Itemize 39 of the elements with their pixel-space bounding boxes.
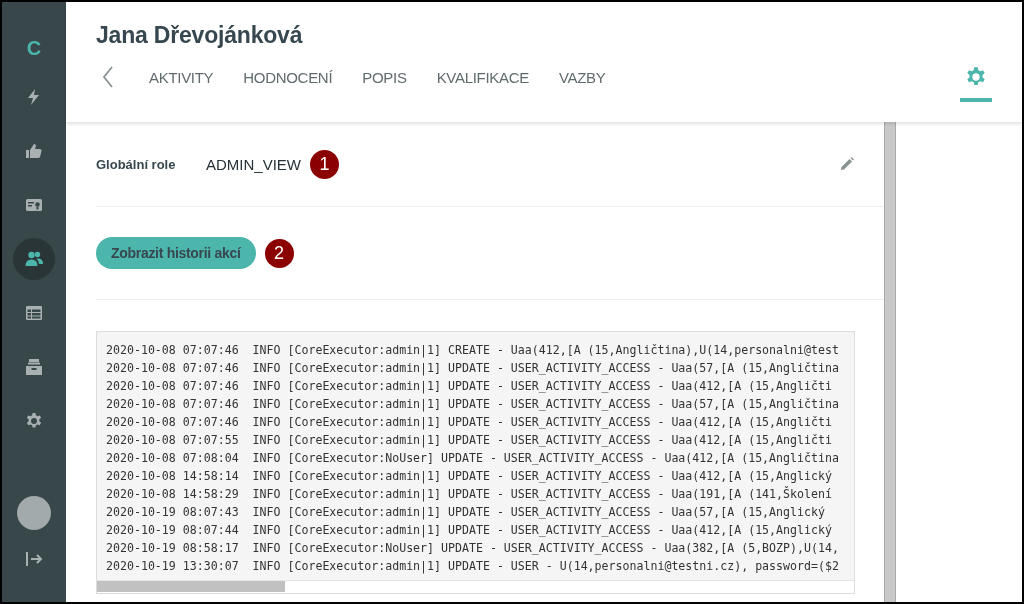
log-line: 2020-10-08 14:58:29 INFO [CoreExecutor:admin|1] UPDATE - USER_ACTIVITY_ACCESS - Uaa(191,[A (141,Školení — [106, 485, 833, 503]
log-line: 2020-10-08 07:07:46 INFO [CoreExecutor:admin|1] UPDATE - USER_ACTIVITY_ACCESS - Uaa(412,[A (15,Angličti — [106, 378, 833, 395]
nav-tab[interactable]: HODNOCENÍ — [228, 52, 348, 102]
inbox-tray-icon — [25, 358, 43, 376]
log-line: 2020-10-08 14:58:14 INFO [CoreExecutor:admin|1] UPDATE - USER_ACTIVITY_ACCESS - Uaa(412,[A (15,Anglický — [106, 468, 833, 485]
id-card-icon — [25, 196, 43, 214]
role-label: Globální role — [96, 156, 177, 172]
app-logo[interactable]: C — [26, 28, 42, 68]
thumbs-up-icon — [25, 142, 43, 160]
step-marker: 2 — [264, 238, 294, 268]
edit-pencil-icon[interactable] — [840, 157, 854, 171]
page-title: Jana Dřevojánková — [95, 21, 304, 50]
log-line: 2020-10-08 07:07:46 INFO [CoreExecutor:admin|1] CREATE - Uaa(412,[A (15,Angličtina),U(14,personalni@test — [106, 342, 840, 359]
logout-icon[interactable] — [25, 550, 43, 568]
log-line: 2020-10-19 08:58:17 INFO [CoreExecutor:NoUser] UPDATE - USER_ACTIVITY_ACCESS - Uaa(382,[A (5,BOZP),U(14, — [106, 540, 840, 557]
step-marker: 1 — [310, 149, 339, 179]
log-line: 2020-10-19 08:07:43 INFO [CoreExecutor:admin|1] UPDATE - USER_ACTIVITY_ACCESS - Uaa(57,[A (15,Anglický — [106, 504, 826, 521]
nav-tab[interactable]: POPIS — [347, 52, 422, 102]
user-avatar[interactable] — [17, 496, 51, 530]
log-line: 2020-10-08 07:07:46 INFO [CoreExecutor:admin|1] UPDATE - USER_ACTIVITY_ACCESS - Uaa(57,[A (15,Angličtina — [106, 360, 840, 377]
role-value: ADMIN_VIEW — [206, 155, 301, 173]
people-icon — [25, 250, 43, 268]
nav-tab[interactable]: VAZBY — [543, 52, 621, 102]
chevron-left-icon — [102, 66, 114, 88]
nav-tab[interactable]: KVALIFIKACE — [421, 52, 544, 102]
nav-tab[interactable]: AKTIVITY — [134, 52, 229, 102]
log-line: 2020-10-19 13:30:07 INFO [CoreExecutor:admin|1] UPDATE - USER - U(14,personalni@testni.cz), password=($2 — [106, 558, 840, 575]
table-icon — [25, 304, 43, 322]
log-line: 2020-10-19 08:07:44 INFO [CoreExecutor:admin|1] UPDATE - USER_ACTIVITY_ACCESS - Uaa(412,[A (15,Anglický — [106, 522, 833, 539]
sidebar-nav-item[interactable] — [13, 238, 55, 280]
show-history-button[interactable]: Zobrazit historii akcí — [96, 237, 256, 269]
horizontal-scrollbar[interactable] — [97, 580, 854, 593]
scrollbar[interactable] — [884, 122, 896, 602]
log-line: 2020-10-08 07:08:04 INFO [CoreExecutor:NoUser] UPDATE - USER_ACTIVITY_ACCESS - Uaa(412,[A (15,Angličtina — [106, 450, 840, 467]
settings-icon — [25, 412, 43, 430]
log-line: 2020-10-08 07:07:46 INFO [CoreExecutor:admin|1] UPDATE - USER_ACTIVITY_ACCESS - Uaa(412,[A (15,Angličti — [106, 414, 833, 431]
log-line: 2020-10-08 07:07:46 INFO [CoreExecutor:admin|1] UPDATE - USER_ACTIVITY_ACCESS - Uaa(57,[A (15,Angličtina — [106, 396, 840, 413]
log-line: 2020-10-08 07:07:55 INFO [CoreExecutor:admin|1] UPDATE - USER_ACTIVITY_ACCESS - Uaa(412,[A (15,Angličti — [106, 432, 833, 449]
settings-icon — [965, 66, 987, 88]
